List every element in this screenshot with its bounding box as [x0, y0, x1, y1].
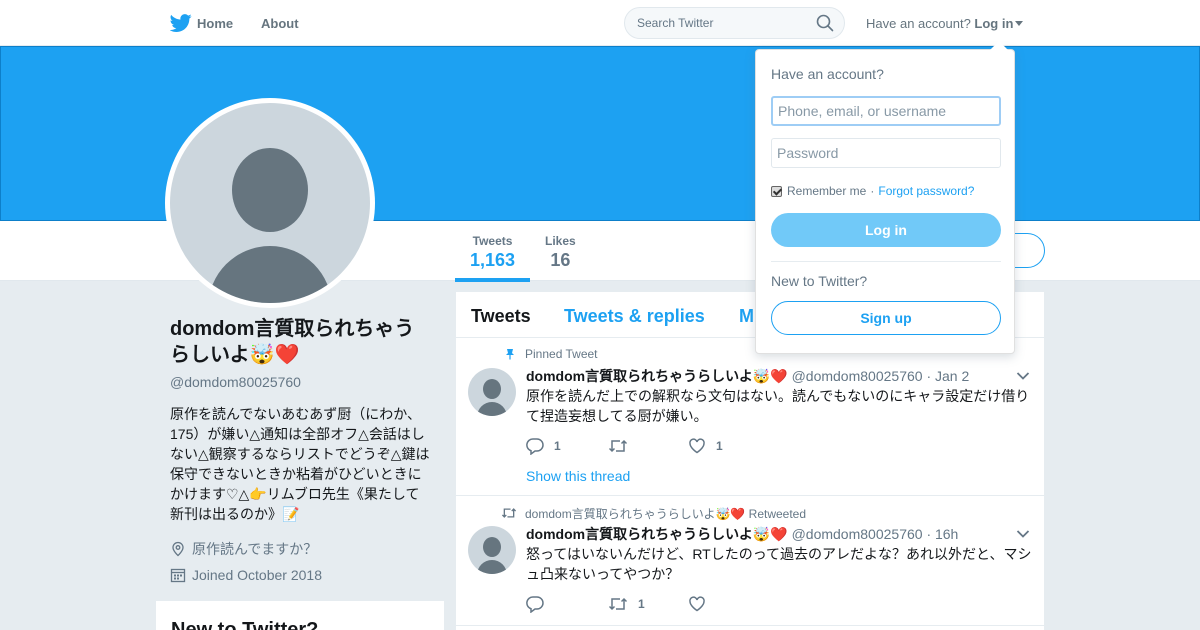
retweeted-label[interactable]: domdom言質取られちゃうらしいよ🤯❤️ Retweeted [525, 505, 806, 522]
stat-tweets-label: Tweets [472, 234, 513, 248]
pinned-label: Pinned Tweet [525, 347, 598, 361]
reply-button[interactable] [526, 595, 554, 613]
forgot-password-link[interactable]: Forgot password? [878, 184, 974, 198]
reply-count: 1 [554, 439, 561, 453]
search-input[interactable] [624, 7, 845, 39]
retweet-count: 1 [638, 597, 645, 611]
profile-avatar[interactable] [165, 98, 375, 308]
login-dropdown: Have an account? Remember me · Forgot pa… [755, 49, 1015, 354]
twitter-bird-logo-icon[interactable] [170, 12, 192, 34]
remember-me-row: Remember me · Forgot password? [771, 184, 974, 198]
reply-icon [526, 438, 544, 455]
new-to-twitter-card: New to Twitter? [156, 601, 444, 630]
tweet-header: domdom言質取られちゃうらしいよ🤯❤️ @domdom80025760 · … [526, 366, 969, 386]
profile-joined: Joined October 2018 [170, 567, 322, 583]
login-link[interactable]: Log in [974, 16, 1013, 31]
dropdown-title: Have an account? [771, 66, 884, 82]
tab-tweets[interactable]: Tweets [471, 306, 531, 327]
active-stat-indicator [455, 278, 530, 282]
login-button[interactable]: Log in [771, 213, 1001, 247]
location-pin-icon [172, 541, 184, 557]
search-icon[interactable] [816, 14, 834, 32]
login-menu-toggle[interactable]: Have an account? Log in [866, 16, 1024, 31]
tweet-text: 怒ってはいないんだけど、RTしたのって過去のアレだよな？あれ以外だと、マシュ凸来… [526, 546, 1032, 582]
dropdown-divider [771, 261, 1001, 262]
joined-text: Joined October 2018 [192, 567, 322, 583]
retweet-icon [608, 597, 628, 611]
profile-name: domdom言質取られちゃうらしいよ🤯❤️ [170, 318, 415, 366]
heart-icon [689, 596, 705, 612]
new-to-twitter-title: New to Twitter? [171, 619, 319, 630]
reply-button[interactable]: 1 [526, 437, 561, 455]
pin-icon [506, 349, 514, 360]
tweet-author-name[interactable]: domdom言質取られちゃうらしいよ🤯❤️ [526, 368, 788, 384]
tweet-author-name[interactable]: domdom言質取られちゃうらしいよ🤯❤️ [526, 526, 788, 542]
tweet-avatar[interactable] [468, 368, 516, 416]
like-button[interactable]: 1 [688, 437, 723, 455]
retweet-icon [608, 439, 628, 453]
tab-tweets-replies[interactable]: Tweets & replies [564, 306, 705, 327]
retweet-button[interactable]: 1 [608, 595, 645, 613]
password-field[interactable] [771, 138, 1001, 168]
location-text: 原作読んでますか？ [192, 541, 318, 557]
have-account-label: Have an account? [866, 16, 971, 31]
tweet-actions: 1 [526, 595, 826, 613]
tweet-actions: 1 1 [526, 437, 826, 455]
show-thread-link[interactable]: Show this thread [526, 468, 630, 484]
tweet-meta[interactable]: @domdom80025760 · 16h [792, 526, 959, 542]
new-to-twitter-label: New to Twitter? [771, 273, 868, 289]
like-button[interactable] [688, 595, 716, 613]
retweeted-icon [501, 508, 517, 518]
nav-about-link[interactable]: About [261, 16, 299, 31]
remember-me-label[interactable]: Remember me [787, 184, 866, 198]
stat-likes-value: 16 [550, 250, 571, 270]
chevron-down-icon[interactable] [1016, 529, 1030, 539]
default-avatar-icon [170, 103, 370, 303]
stat-likes[interactable]: Likes 16 [545, 234, 576, 271]
tweet-text: 原作を読んだ上での解釈なら文句はない。読んでもないのにキャラ設定だけ借りて捏造妄… [526, 388, 1030, 424]
chevron-down-icon[interactable] [1016, 371, 1030, 381]
tweet-meta[interactable]: @domdom80025760 · Jan 2 [792, 368, 970, 384]
tab-media[interactable]: M [739, 306, 754, 327]
calendar-icon [170, 568, 186, 583]
tweet-item[interactable]: Pinned Tweet domdom言質取られちゃうらしいよ🤯❤️ @domd… [456, 338, 1044, 496]
reply-icon [526, 596, 544, 613]
dropdown-caret [990, 41, 1008, 50]
profile-location: 原作読んでますか？ [170, 539, 317, 559]
caret-down-icon [1015, 21, 1024, 26]
heart-icon [689, 438, 705, 454]
stat-likes-label: Likes [545, 234, 576, 248]
remember-me-checkbox[interactable] [771, 185, 782, 197]
separator-dot: · [870, 184, 875, 198]
profile-bio: 原作を読んでないあむあず厨（にわか、175）が嫌い△通知は全部オフ△会話はしない… [170, 406, 430, 522]
tweet-header: domdom言質取られちゃうらしいよ🤯❤️ @domdom80025760 · … [526, 524, 958, 544]
stat-tweets-value: 1,163 [470, 250, 516, 270]
like-count: 1 [716, 439, 723, 453]
retweet-button[interactable] [608, 437, 638, 455]
profile-handle[interactable]: @domdom80025760 [170, 374, 301, 390]
stat-tweets[interactable]: Tweets 1,163 [470, 234, 515, 271]
tweet-item[interactable]: domdom言質取られちゃうらしいよ🤯❤️ Retweeted domdom言質… [456, 496, 1044, 626]
username-field[interactable] [771, 96, 1001, 126]
tweet-avatar[interactable] [468, 526, 516, 574]
signup-button[interactable]: Sign up [771, 301, 1001, 335]
nav-home-link[interactable]: Home [197, 16, 233, 31]
